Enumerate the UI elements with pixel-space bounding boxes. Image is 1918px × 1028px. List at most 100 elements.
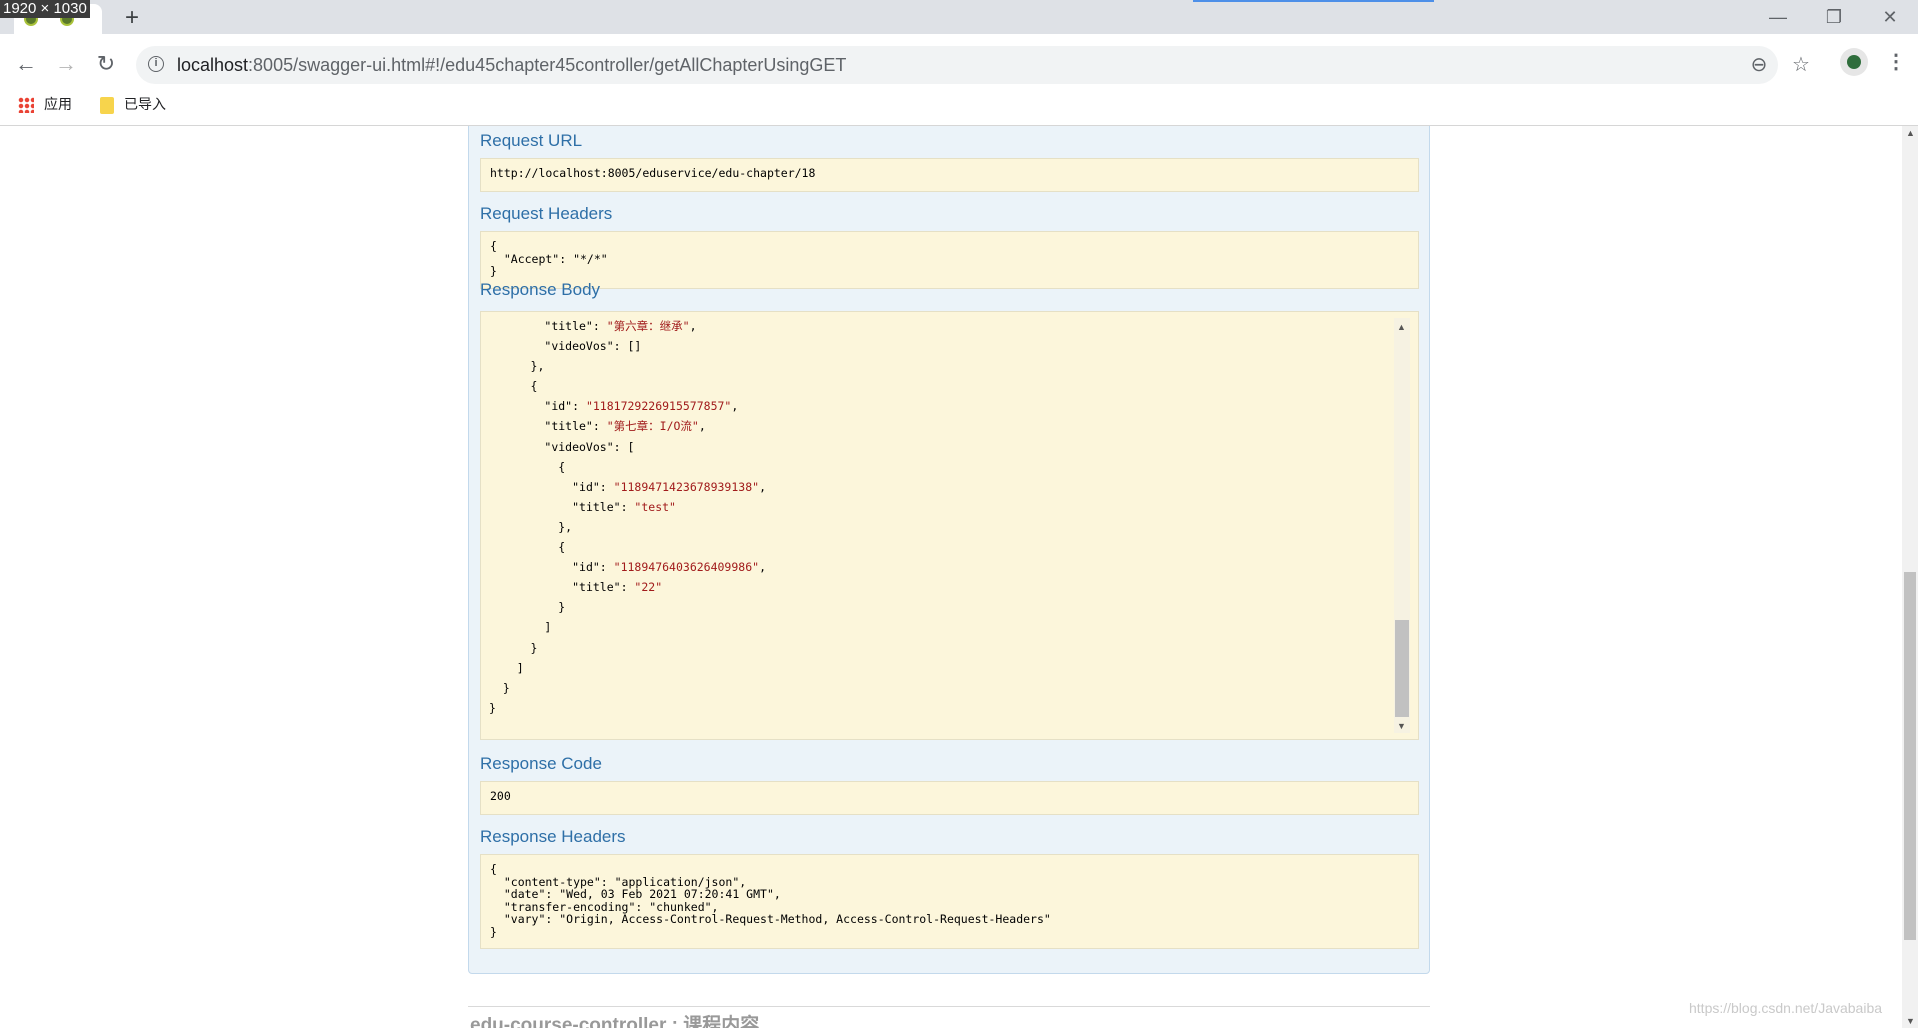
response-body-line: "videoVos": [ xyxy=(489,437,1394,457)
apps-grid-icon xyxy=(18,97,34,114)
folder-icon xyxy=(100,96,114,114)
close-window-button[interactable]: ✕ xyxy=(1878,6,1902,28)
json-string-value: "第七章：I/O流" xyxy=(606,419,699,434)
json-key: ] xyxy=(516,660,524,675)
url-text[interactable]: localhost:8005/swagger-ui.html#!/edu45ch… xyxy=(177,55,846,76)
json-key: { xyxy=(558,459,566,474)
json-string-value: "第六章：继承" xyxy=(606,319,690,333)
forward-button[interactable]: → xyxy=(52,50,80,78)
json-key: { xyxy=(558,540,566,555)
next-controller-heading[interactable]: edu-course-controller : 课程内容 xyxy=(470,1010,759,1028)
json-key: "videoVos" xyxy=(544,439,614,454)
json-separator: : xyxy=(620,580,635,595)
bookmark-imported[interactable]: 已导入 xyxy=(100,94,166,114)
page-viewport: Request URL http://localhost:8005/eduser… xyxy=(0,126,1918,1028)
response-body-box: "title": "第六章：继承", "videoVos": [] }, { "… xyxy=(480,311,1419,740)
page-scroll-down-icon[interactable]: ▼ xyxy=(1906,1016,1915,1026)
restore-button[interactable]: ❐ xyxy=(1822,6,1846,28)
response-body-line: } xyxy=(489,678,1394,698)
response-body-line: "title": "第七章：I/O流", xyxy=(489,416,1394,436)
request-headers-box: { "Accept": "*/*" } xyxy=(480,231,1419,289)
response-body-line: ] xyxy=(489,658,1394,678)
response-code-title: Response Code xyxy=(480,754,602,773)
tab-strip: 1920 × 1030 + — ❐ ✕ xyxy=(0,0,1918,34)
response-body-title: Response Body xyxy=(480,280,601,299)
json-key: }, xyxy=(530,359,545,374)
tab-loading-indicator xyxy=(1193,0,1434,2)
page-scroll-up-icon[interactable]: ▲ xyxy=(1906,128,1915,138)
response-body-scroll-thumb[interactable] xyxy=(1395,620,1409,717)
json-trailing-comma: , xyxy=(759,560,766,575)
json-trailing-comma: , xyxy=(731,399,739,414)
json-key: } xyxy=(502,680,510,695)
json-string-value: "1189476403626409986" xyxy=(613,560,760,575)
watermark-text: https://blog.csdn.net/Javabaiba xyxy=(1689,1000,1883,1016)
json-key: "title" xyxy=(544,419,593,434)
response-body-line: "id": "1181729226915577857", xyxy=(489,396,1394,416)
bookmark-star-icon[interactable]: ☆ xyxy=(1790,54,1812,76)
zoom-icon[interactable]: ⊖ xyxy=(1748,54,1770,76)
json-key: "id" xyxy=(572,479,600,494)
response-body-scrollbar[interactable]: ▲ ▼ xyxy=(1394,318,1410,733)
bookmark-apps-label: 应用 xyxy=(44,96,72,112)
bookmark-imported-label: 已导入 xyxy=(124,96,166,112)
response-body-line: { xyxy=(489,537,1394,557)
json-key: "title" xyxy=(572,580,621,595)
response-headers-title: Response Headers xyxy=(480,827,626,846)
json-trailing-comma: , xyxy=(689,319,697,333)
json-trailing-comma: , xyxy=(759,479,766,494)
profile-avatar[interactable] xyxy=(1840,48,1868,76)
bookmark-apps[interactable]: 应用 xyxy=(18,94,72,114)
json-separator: : xyxy=(592,419,607,434)
scroll-up-icon[interactable]: ▲ xyxy=(1397,322,1406,332)
response-headers-box: { "content-type": "application/json", "d… xyxy=(480,854,1419,949)
json-trailing-comma: , xyxy=(698,419,706,434)
request-headers-value: { "Accept": "*/*" } xyxy=(490,239,608,278)
url-host: localhost xyxy=(177,55,249,75)
response-code-value: 200 xyxy=(490,789,511,803)
bookmarks-bar: 应用 已导入 xyxy=(0,90,1918,118)
scroll-down-icon[interactable]: ▼ xyxy=(1397,721,1406,731)
json-key: "title" xyxy=(544,319,593,333)
response-body-line: ] xyxy=(489,617,1394,637)
json-string-value: "test" xyxy=(634,499,676,514)
address-bar[interactable]: i localhost:8005/swagger-ui.html#!/edu45… xyxy=(136,46,1810,84)
request-headers-title: Request Headers xyxy=(480,204,613,223)
json-key: "id" xyxy=(572,560,600,575)
response-body-code[interactable]: "title": "第六章：继承", "videoVos": [] }, { "… xyxy=(489,316,1394,735)
response-body-line: }, xyxy=(489,517,1394,537)
response-body-line: "id": "1189476403626409986", xyxy=(489,557,1394,577)
response-body-line: "videoVos": [] xyxy=(489,336,1394,356)
json-key: }, xyxy=(558,519,573,534)
operation-response-panel: Request URL http://localhost:8005/eduser… xyxy=(468,126,1430,974)
json-separator: : xyxy=(572,399,586,414)
response-body-line: }, xyxy=(489,356,1394,376)
site-info-icon[interactable]: i xyxy=(148,56,164,72)
url-path: :8005/swagger-ui.html#!/edu45chapter45co… xyxy=(248,55,847,75)
json-string-value: "1181729226915577857" xyxy=(585,399,732,414)
screen-dimension-label: 1920 × 1030 xyxy=(0,0,90,18)
json-separator: : xyxy=(592,319,607,333)
json-key: ] xyxy=(544,620,552,635)
json-separator: : xyxy=(599,560,614,575)
browser-menu-icon[interactable]: ⋮ xyxy=(1886,48,1906,76)
json-key: "title" xyxy=(572,499,621,514)
response-body-line: "title": "22" xyxy=(489,577,1394,597)
request-url-box: http://localhost:8005/eduservice/edu-cha… xyxy=(480,158,1419,192)
back-button[interactable]: ← xyxy=(12,50,40,78)
minimize-button[interactable]: — xyxy=(1766,6,1790,28)
response-code-box: 200 xyxy=(480,781,1419,815)
response-headers-value: { "content-type": "application/json", "d… xyxy=(490,862,1051,939)
page-scroll-thumb[interactable] xyxy=(1904,572,1916,940)
page-scrollbar[interactable]: ▲ ▼ xyxy=(1902,126,1918,1028)
response-body-line: "id": "1189471423678939138", xyxy=(489,477,1394,497)
response-body-line: { xyxy=(489,457,1394,477)
reload-button[interactable]: ↻ xyxy=(92,50,120,78)
response-body-line: { xyxy=(489,376,1394,396)
response-body-line: "title": "第六章：继承", xyxy=(489,316,1394,336)
new-tab-button[interactable]: + xyxy=(120,6,144,30)
section-divider xyxy=(468,1006,1430,1007)
json-separator: : [] xyxy=(613,339,642,354)
json-key: "id" xyxy=(544,399,573,414)
json-string-value: "1189471423678939138" xyxy=(613,479,760,494)
